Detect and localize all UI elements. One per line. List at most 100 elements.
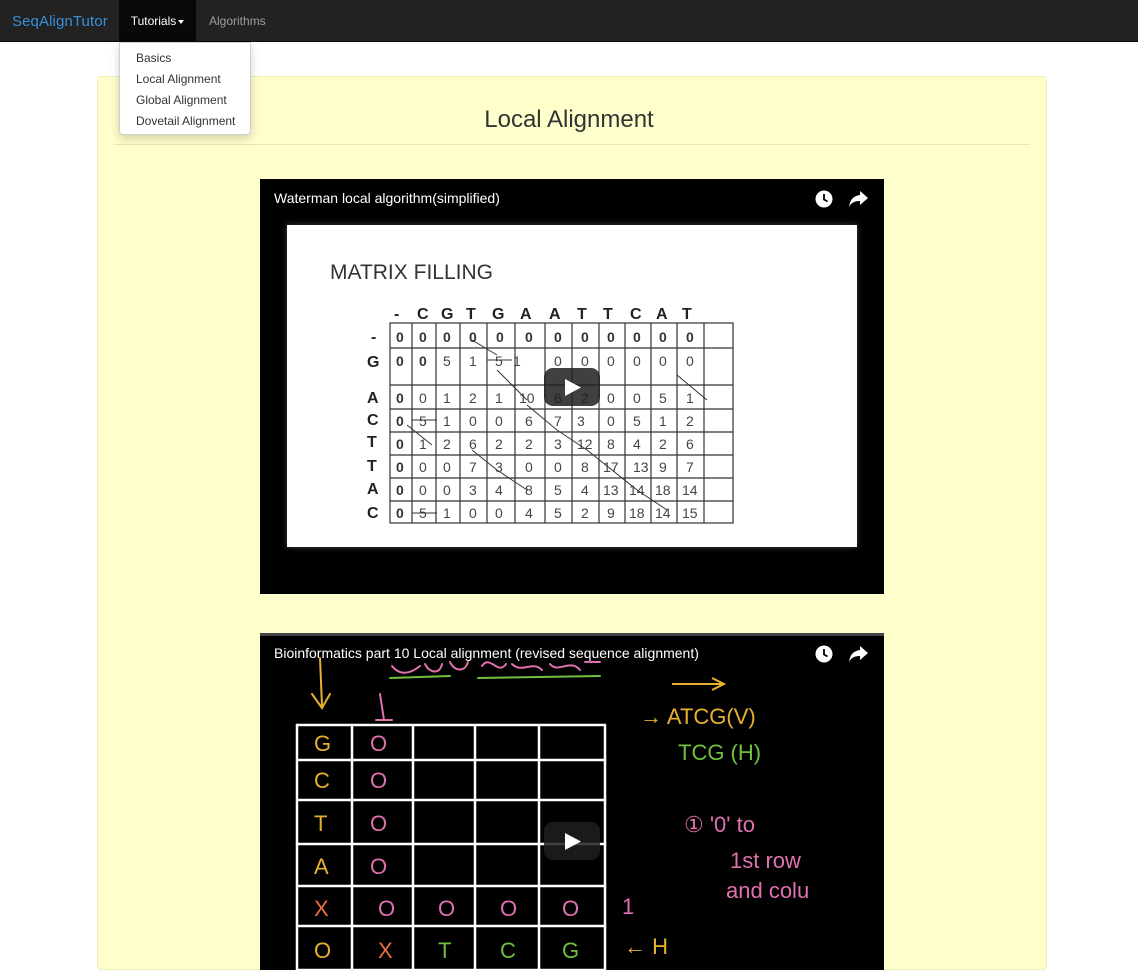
svg-text:17: 17	[603, 459, 619, 475]
svg-text:T: T	[682, 306, 692, 323]
svg-text:1: 1	[659, 413, 667, 429]
svg-text:2: 2	[469, 390, 477, 406]
svg-text:0: 0	[659, 353, 667, 369]
svg-text:0: 0	[443, 459, 451, 475]
svg-text:G: G	[492, 306, 504, 323]
svg-text:0: 0	[396, 329, 404, 345]
svg-text:0: 0	[554, 329, 562, 345]
svg-text:0: 0	[686, 353, 694, 369]
svg-text:4: 4	[581, 482, 589, 498]
svg-text:→ ATCG(V): → ATCG(V)	[640, 704, 756, 729]
svg-text:0: 0	[396, 353, 404, 369]
svg-text:0: 0	[419, 482, 427, 498]
svg-text:1: 1	[622, 894, 634, 919]
svg-text:T: T	[603, 306, 613, 323]
svg-text:3: 3	[469, 482, 477, 498]
svg-text:0: 0	[419, 329, 427, 345]
svg-text:A: A	[656, 306, 668, 323]
svg-text:4: 4	[495, 482, 503, 498]
svg-text:6: 6	[469, 436, 477, 452]
svg-text:0: 0	[396, 390, 404, 406]
svg-text:T: T	[466, 306, 476, 323]
svg-text:4: 4	[633, 436, 641, 452]
dropdown-item-basics[interactable]: Basics	[136, 51, 171, 65]
nav-tutorials-label: Tutorials	[130, 14, 177, 28]
svg-text:T: T	[314, 811, 327, 836]
svg-text:7: 7	[686, 459, 694, 475]
svg-text:0: 0	[495, 505, 503, 521]
svg-text:0: 0	[443, 482, 451, 498]
svg-text:0: 0	[396, 413, 404, 429]
dropdown-item-global-alignment[interactable]: Global Alignment	[136, 93, 227, 107]
svg-text:O: O	[500, 896, 517, 921]
svg-text:TCG (H): TCG (H)	[678, 740, 761, 765]
navbar: SeqAlignTutor Tutorials Algorithms	[0, 0, 1138, 42]
play-button-1[interactable]	[544, 368, 600, 406]
video-actions-2	[803, 645, 868, 668]
svg-text:1: 1	[443, 390, 451, 406]
watch-later-icon[interactable]	[815, 190, 833, 213]
svg-text:0: 0	[396, 436, 404, 452]
svg-text:9: 9	[659, 459, 667, 475]
brand-link[interactable]: SeqAlignTutor	[12, 0, 108, 42]
svg-text:O: O	[370, 811, 387, 836]
svg-text:1: 1	[495, 390, 503, 406]
svg-text:A: A	[367, 390, 379, 407]
share-icon[interactable]	[849, 646, 868, 667]
svg-text:0: 0	[496, 329, 504, 345]
svg-text:X: X	[378, 938, 393, 963]
video-actions-1	[803, 190, 868, 213]
svg-text:A: A	[367, 481, 379, 498]
svg-text:0: 0	[581, 329, 589, 345]
svg-text:1: 1	[443, 505, 451, 521]
svg-text:0: 0	[419, 390, 427, 406]
svg-text:5: 5	[419, 413, 427, 429]
svg-text:14: 14	[682, 482, 698, 498]
svg-text:0: 0	[581, 353, 589, 369]
svg-text:5: 5	[554, 505, 562, 521]
svg-text:0: 0	[607, 353, 615, 369]
tutorials-dropdown-menu: Basics Local Alignment Global Alignment …	[119, 42, 251, 135]
svg-text:5: 5	[495, 353, 503, 369]
svg-text:0: 0	[554, 353, 562, 369]
svg-text:5: 5	[443, 353, 451, 369]
svg-text:5: 5	[554, 482, 562, 498]
svg-text:C: C	[367, 505, 379, 522]
svg-text:2: 2	[443, 436, 451, 452]
svg-text:8: 8	[607, 436, 615, 452]
play-button-2[interactable]	[544, 822, 600, 860]
video-player-1[interactable]: Waterman local algorithm(simplified) MAT…	[260, 179, 884, 594]
svg-text:6: 6	[686, 436, 694, 452]
video-frame-chalkboard: GCTA XO OOOOO X OOO TCG 1 → ATCG(V) TCG …	[295, 657, 809, 970]
svg-text:O: O	[562, 896, 579, 921]
svg-text:C: C	[367, 412, 379, 429]
share-icon[interactable]	[849, 191, 868, 212]
video-title-1[interactable]: Waterman local algorithm(simplified)	[274, 190, 500, 206]
svg-text:-: -	[371, 329, 376, 346]
nav-algorithms-link[interactable]: Algorithms	[209, 0, 266, 42]
svg-text:C: C	[630, 306, 642, 323]
title-divider	[114, 144, 1030, 145]
svg-text:0: 0	[396, 459, 404, 475]
video-player-2[interactable]: Bioinformatics part 10 Local alignment (…	[260, 633, 884, 970]
svg-text:C: C	[500, 938, 516, 963]
svg-text:6: 6	[525, 413, 533, 429]
svg-text:7: 7	[554, 413, 562, 429]
svg-text:① '0' to: ① '0' to	[684, 812, 755, 837]
svg-text:1: 1	[443, 413, 451, 429]
svg-text:0: 0	[659, 329, 667, 345]
video-title-2[interactable]: Bioinformatics part 10 Local alignment (…	[274, 645, 699, 661]
svg-text:T: T	[367, 434, 377, 451]
svg-text:O: O	[370, 768, 387, 793]
svg-text:0: 0	[469, 505, 477, 521]
svg-text:O: O	[370, 854, 387, 879]
svg-text:5: 5	[659, 390, 667, 406]
svg-text:2: 2	[525, 436, 533, 452]
svg-text:← H: ← H	[624, 934, 668, 959]
dropdown-item-local-alignment[interactable]: Local Alignment	[136, 72, 221, 86]
watch-later-icon[interactable]	[815, 645, 833, 668]
dropdown-item-dovetail-alignment[interactable]: Dovetail Alignment	[136, 114, 235, 128]
nav-tutorials-dropdown[interactable]: Tutorials	[119, 0, 196, 42]
svg-text:T: T	[367, 458, 377, 475]
svg-text:3: 3	[577, 413, 585, 429]
